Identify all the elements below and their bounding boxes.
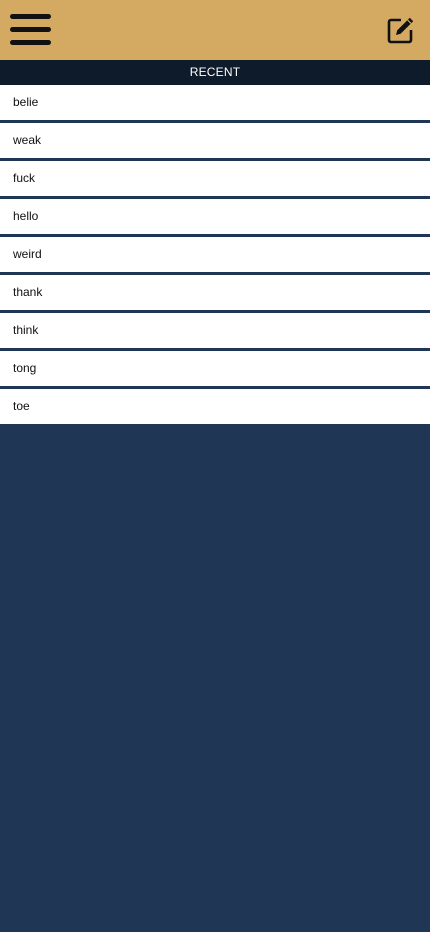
top-bar (0, 0, 430, 60)
list-item-label: toe (13, 399, 30, 413)
menu-bar-top (10, 14, 51, 19)
list-item[interactable]: toe (0, 389, 430, 424)
list-item[interactable]: thank (0, 275, 430, 313)
edit-note-icon-graphic (387, 17, 414, 44)
list-item-label: think (13, 323, 39, 337)
list-item-label: thank (13, 285, 43, 299)
hamburger-menu-icon[interactable] (10, 14, 51, 45)
list-item[interactable]: belie (0, 85, 430, 123)
list-item-label: fuck (13, 171, 36, 185)
list-item[interactable]: weak (0, 123, 430, 161)
recent-list: belie weak fuck hello weird thank think … (0, 85, 430, 424)
list-item[interactable]: fuck (0, 161, 430, 199)
edit-note-icon[interactable] (386, 15, 416, 45)
list-item-label: hello (13, 209, 39, 223)
list-item-label: tong (13, 361, 37, 375)
list-item-label: belie (13, 95, 39, 109)
list-item-label: weak (13, 133, 42, 147)
list-item[interactable]: tong (0, 351, 430, 389)
list-item[interactable]: hello (0, 199, 430, 237)
app-screen: RECENT belie weak fuck hello weird thank… (0, 0, 430, 932)
list-item-label: weird (13, 247, 42, 261)
list-item[interactable]: weird (0, 237, 430, 275)
list-item[interactable]: think (0, 313, 430, 351)
menu-bar-middle (10, 27, 51, 32)
menu-bar-bottom (10, 40, 51, 45)
recent-section-header: RECENT (0, 60, 430, 85)
